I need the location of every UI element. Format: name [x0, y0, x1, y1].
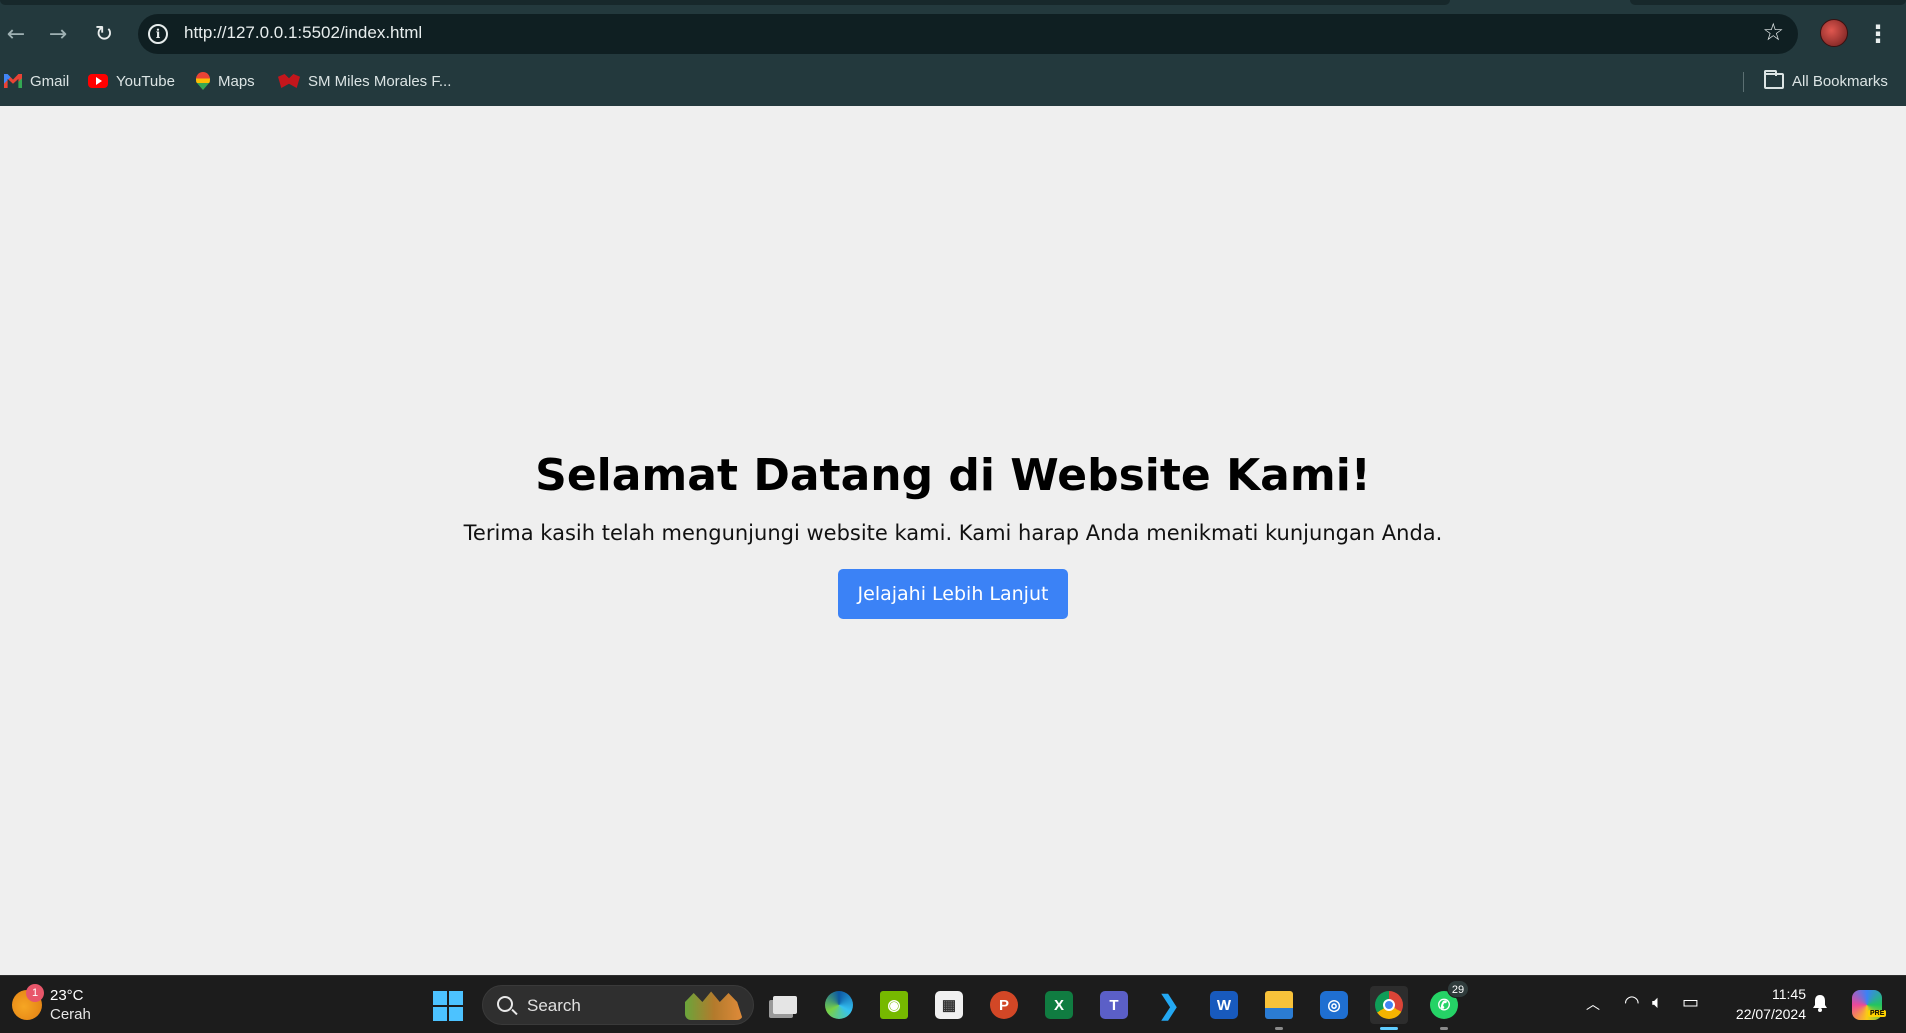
weather-condition: Cerah: [50, 1006, 91, 1023]
spiderman-icon: [278, 74, 300, 88]
browser-chrome: ← → ↻ i http://127.0.0.1:5502/index.html…: [0, 0, 1906, 106]
battery-icon[interactable]: ▭: [1682, 992, 1699, 1013]
page-title: Selamat Datang di Website Kami!: [535, 450, 1371, 501]
notification-bell-icon[interactable]: [1812, 994, 1828, 1012]
file-explorer-icon[interactable]: [1260, 986, 1298, 1030]
volume-icon[interactable]: 🔈︎: [1652, 992, 1663, 1013]
address-url[interactable]: http://127.0.0.1:5502/index.html: [184, 23, 422, 43]
microsoft-store-icon[interactable]: ▦: [930, 986, 968, 1024]
clock-time: 11:45: [1772, 986, 1806, 1002]
chrome-icon[interactable]: [1370, 986, 1408, 1030]
copilot-preview-tag: PRE: [1868, 1010, 1887, 1017]
reload-icon[interactable]: ↻: [88, 18, 120, 50]
whatsapp-badge: 29: [1447, 980, 1469, 998]
all-bookmarks-label: All Bookmarks: [1792, 72, 1888, 90]
powerpoint-icon[interactable]: P: [985, 986, 1023, 1024]
forward-arrow-icon[interactable]: →: [42, 18, 74, 50]
profile-avatar[interactable]: [1820, 19, 1848, 47]
windows-start-icon[interactable]: [433, 991, 463, 1021]
gmail-icon: [4, 74, 22, 88]
bookmark-label: Gmail: [30, 72, 70, 90]
weather-sun-icon: 1: [12, 984, 44, 1020]
vscode-icon[interactable]: ❯: [1150, 986, 1188, 1024]
folder-icon: [1764, 70, 1784, 89]
bookmark-label: Maps: [218, 72, 255, 90]
excel-icon[interactable]: X: [1040, 986, 1078, 1024]
weather-widget[interactable]: 1 23°C Cerah: [12, 984, 91, 1026]
browser-menu-icon[interactable]: ⋮: [1866, 18, 1890, 50]
bookmark-star-icon[interactable]: ☆: [1762, 18, 1784, 46]
weather-text: 23°C Cerah: [50, 986, 91, 1024]
bookmark-gmail[interactable]: Gmail: [4, 70, 69, 92]
bookmarks-divider: [1743, 72, 1744, 92]
running-indicator: [1440, 1027, 1448, 1030]
bookmark-youtube[interactable]: YouTube: [88, 70, 175, 92]
page-viewport: Selamat Datang di Website Kami! Terima k…: [0, 106, 1906, 975]
site-info-icon[interactable]: i: [148, 24, 168, 44]
explore-button[interactable]: Jelajahi Lebih Lanjut: [837, 569, 1069, 619]
browser-toolbar: ← → ↻ i http://127.0.0.1:5502/index.html…: [0, 10, 1906, 58]
running-indicator: [1275, 1027, 1283, 1030]
maps-icon: [196, 72, 210, 90]
system-clock[interactable]: 11:45 22/07/2024: [1722, 984, 1806, 1024]
search-icon: [497, 996, 513, 1012]
taskbar-search[interactable]: Search: [482, 985, 754, 1025]
snipping-tool-icon[interactable]: ◎: [1315, 986, 1353, 1024]
address-bar[interactable]: i http://127.0.0.1:5502/index.html ☆: [138, 14, 1798, 54]
youtube-icon: [88, 74, 108, 88]
clock-date: 22/07/2024: [1735, 1006, 1806, 1022]
hero-section: Selamat Datang di Website Kami! Terima k…: [0, 450, 1906, 619]
word-icon[interactable]: W: [1205, 986, 1243, 1024]
tab-strip-edge: [0, 0, 1450, 5]
tab-strip-edge: [1630, 0, 1906, 5]
bookmarks-bar: Gmail YouTube Maps SM Miles Morales F...…: [0, 64, 1906, 98]
teams-icon[interactable]: T: [1095, 986, 1133, 1024]
weather-badge: 1: [26, 984, 44, 1002]
nvidia-icon[interactable]: ◉: [875, 986, 913, 1024]
bookmark-spiderman[interactable]: SM Miles Morales F...: [278, 70, 451, 92]
active-indicator: [1380, 1027, 1398, 1030]
search-label: Search: [527, 996, 581, 1015]
bookmark-maps[interactable]: Maps: [196, 70, 255, 92]
weather-temperature: 23°C: [50, 987, 84, 1004]
edge-icon[interactable]: [820, 986, 858, 1024]
back-arrow-icon[interactable]: ←: [0, 18, 32, 50]
bookmark-label: SM Miles Morales F...: [308, 72, 452, 90]
wifi-icon[interactable]: ◠: [1624, 992, 1640, 1013]
bookmark-label: YouTube: [116, 72, 175, 90]
all-bookmarks-button[interactable]: All Bookmarks: [1764, 70, 1888, 92]
chevron-up-icon[interactable]: ︿: [1586, 994, 1600, 1014]
page-subtitle: Terima kasih telah mengunjungi website k…: [463, 521, 1443, 545]
task-view-icon[interactable]: [766, 986, 804, 1024]
search-highlight-image: [685, 991, 743, 1020]
windows-taskbar: 1 23°C Cerah Search ◉ ▦ P X T ❯ W ◎ ✆ 29…: [0, 975, 1906, 1033]
whatsapp-icon[interactable]: ✆ 29: [1425, 980, 1469, 1030]
